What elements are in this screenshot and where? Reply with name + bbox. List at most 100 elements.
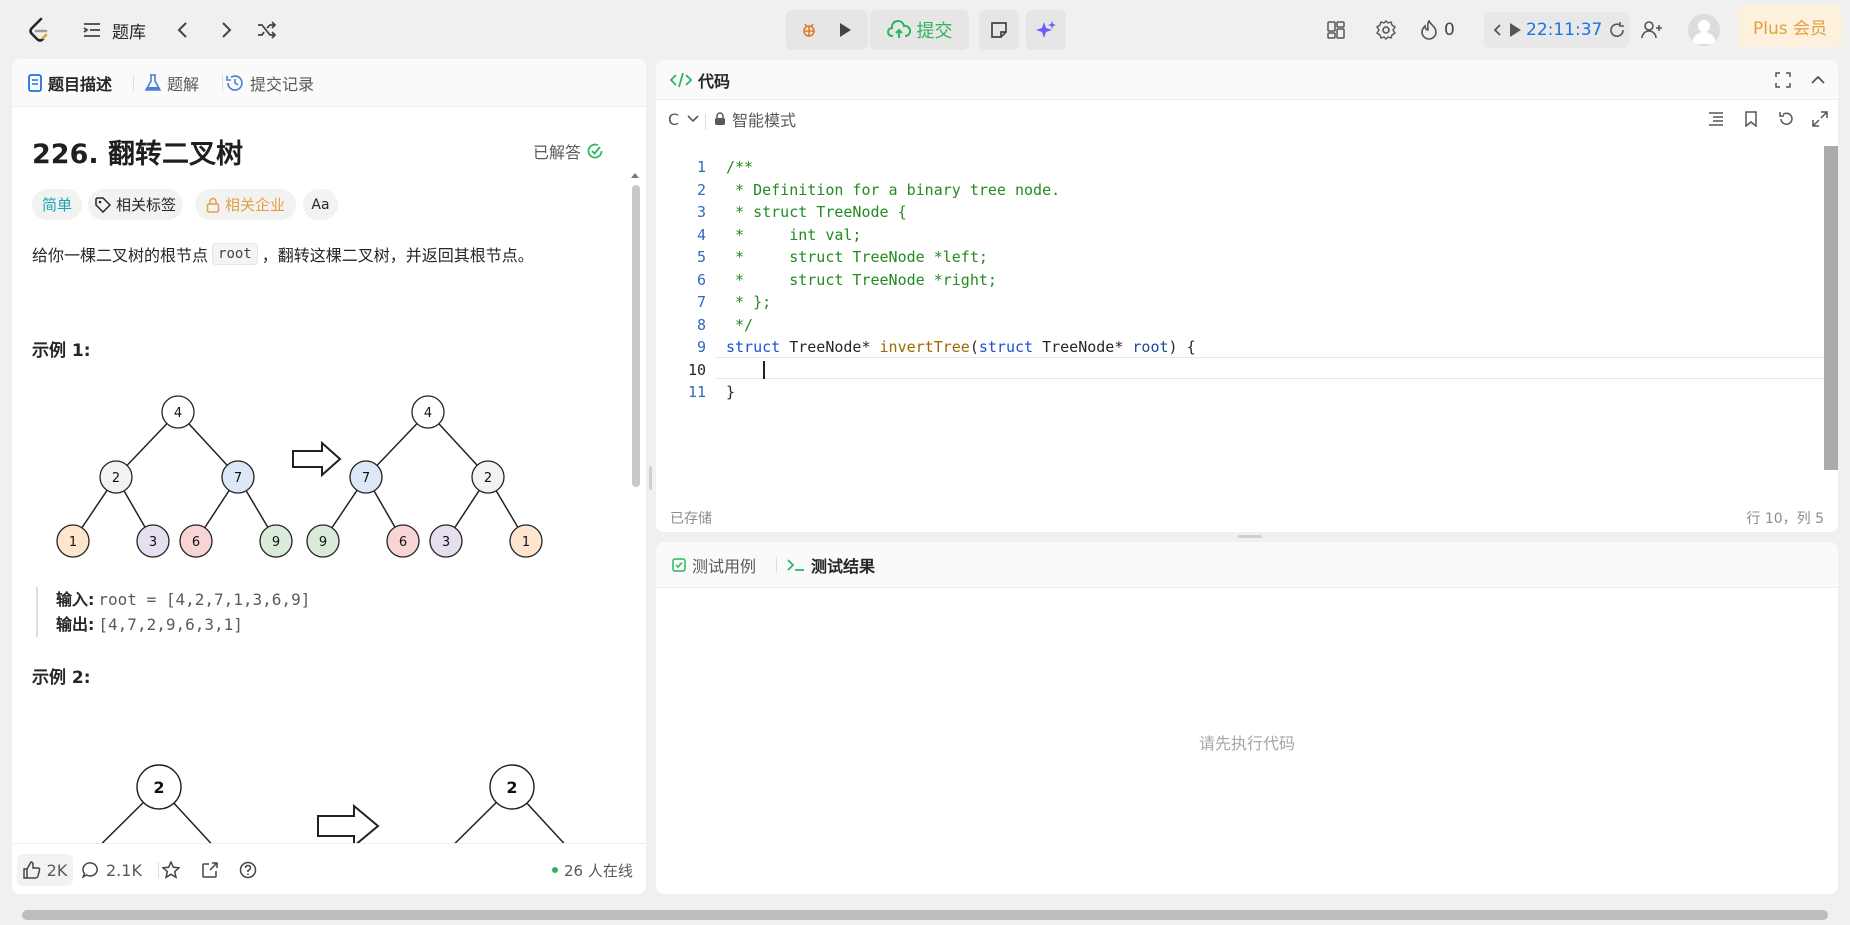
layout-icon[interactable] (1321, 15, 1351, 45)
like-button[interactable]: 2K (17, 854, 73, 886)
tree-node-label: 7 (362, 471, 370, 486)
description-icon (28, 74, 42, 92)
tree-node-label: 1 (69, 535, 77, 550)
lock-icon (714, 112, 726, 126)
like-count: 2K (46, 860, 68, 880)
tab-solutions[interactable]: 题解 (145, 71, 199, 95)
output-value: [4,7,2,9,6,3,1] (98, 615, 243, 634)
line-number: 8 (696, 315, 706, 334)
language-label: C (668, 109, 680, 129)
tab-test-result[interactable]: 测试结果 (787, 553, 875, 577)
code-text: /** (726, 158, 754, 176)
horizontal-resize-handle[interactable] (1238, 535, 1262, 538)
related-tags-button[interactable]: 相关标签 (88, 189, 183, 220)
smart-mode-toggle[interactable]: 智能模式 (714, 107, 796, 131)
example1-output-row: 输出: [4,7,2,9,6,3,1] (56, 612, 596, 637)
code-text: struct TreeNode* invertTree(struct TreeN… (726, 338, 1196, 356)
tree-node-label: 6 (399, 535, 407, 550)
tab-code[interactable]: 代码 (670, 68, 730, 92)
line-number: 11 (687, 383, 706, 401)
translate-button[interactable]: Aa (303, 189, 338, 220)
code-text: * struct TreeNode *right; (726, 270, 997, 289)
sparkle-icon (1036, 20, 1056, 40)
format-code-icon[interactable] (1706, 109, 1726, 129)
tab-submissions[interactable]: 提交记录 (226, 71, 314, 95)
tree-node-label: 4 (174, 406, 182, 421)
tab-description-label: 题目描述 (48, 75, 113, 94)
tree-node-label: 9 (272, 535, 280, 550)
online-count: 26 人在线 (564, 861, 633, 880)
code-line: 5 * struct TreeNode *left; (656, 246, 1826, 268)
example1-input-row: 输入: root = [4,2,7,1,3,6,9] (56, 587, 596, 612)
example1-io: 输入: root = [4,2,7,1,3,6,9] 输出: [4,7,2,9,… (36, 587, 596, 637)
example2-heading: 示例 2: (32, 668, 91, 688)
tag-icon (95, 196, 111, 213)
tree-node-label: 3 (149, 535, 157, 550)
timer-collapse-icon[interactable] (1492, 23, 1502, 37)
vertical-resize-handle[interactable] (649, 466, 652, 490)
code-text: * struct TreeNode { (726, 203, 907, 221)
horizontal-scroll-thumb[interactable] (22, 910, 1828, 920)
code-line: 4 * int val; (656, 224, 1826, 246)
settings-gear-icon[interactable] (1371, 15, 1401, 45)
bookmark-icon[interactable] (1741, 109, 1761, 129)
shuffle-icon[interactable] (252, 15, 282, 45)
line-number: 9 (696, 338, 706, 356)
timer-reset-icon[interactable] (1608, 21, 1626, 39)
fire-icon (1420, 20, 1438, 40)
saved-status: 已存储 (670, 511, 712, 527)
description-scroll-thumb[interactable] (632, 185, 640, 487)
timer-play-icon[interactable] (1508, 22, 1522, 38)
tree-node-label: 7 (234, 471, 242, 486)
favorite-star-icon[interactable] (162, 854, 180, 886)
help-icon[interactable] (239, 854, 257, 886)
input-value: root = [4,2,7,1,3,6,9] (98, 590, 311, 609)
example1-heading: 示例 1: (32, 341, 91, 361)
code-line: 3 * struct TreeNode { (656, 201, 1826, 223)
code-editor[interactable]: 1 /** 2 * Definition for a binary tree n… (656, 156, 1826, 476)
editor-scrollbar[interactable] (1824, 146, 1838, 470)
tab-testcase[interactable]: 测试用例 (672, 553, 756, 577)
problem-list-button[interactable]: 题库 (82, 15, 146, 45)
language-select[interactable]: C (668, 107, 699, 131)
collapse-chevron-up-icon[interactable] (1808, 70, 1828, 90)
description-inline-code: root (212, 243, 258, 265)
timer-widget: 22:11:37 (1484, 12, 1629, 48)
streak-counter[interactable]: 0 (1420, 15, 1455, 45)
related-companies-button[interactable]: 相关企业 (195, 189, 296, 220)
editor-toolbar: C 智能模式 (656, 101, 1838, 137)
comments-button[interactable]: 2.1K (82, 854, 142, 886)
submit-button[interactable]: 提交 (870, 10, 969, 50)
plus-membership-button[interactable]: Plus 会员 (1738, 5, 1842, 47)
notes-button[interactable] (979, 10, 1019, 50)
text-caret (763, 361, 765, 379)
page-horizontal-scrollbar[interactable] (0, 905, 1850, 925)
add-friend-icon[interactable] (1637, 15, 1667, 45)
difficulty-badge[interactable]: 简单 (32, 189, 82, 220)
leetcode-logo-icon[interactable] (24, 15, 54, 45)
reset-code-icon[interactable] (1776, 109, 1796, 129)
code-text: } (726, 383, 736, 401)
tree-node-label: 2 (506, 778, 517, 797)
code-line: 7 * }; (656, 291, 1826, 313)
tab-test-result-label: 测试结果 (811, 557, 876, 576)
streak-count: 0 (1444, 20, 1455, 40)
ai-assistant-button[interactable] (1026, 10, 1066, 50)
empty-result-message: 请先执行代码 (1198, 734, 1295, 753)
tab-divider (222, 75, 223, 91)
expand-editor-icon[interactable] (1810, 109, 1830, 129)
solved-label: 已解答 (533, 143, 582, 162)
tab-divider (776, 557, 777, 573)
chevron-down-icon (687, 115, 699, 123)
debug-icon[interactable] (791, 15, 827, 45)
tab-description[interactable]: 题目描述 (28, 71, 112, 95)
fullscreen-icon[interactable] (1773, 70, 1793, 90)
code-editor-panel: 代码 C 智能模式 1 /** 2 * Definition for a bin… (656, 60, 1838, 532)
run-button[interactable] (827, 15, 863, 45)
share-icon[interactable] (201, 854, 219, 886)
flask-icon (145, 74, 161, 92)
avatar[interactable] (1688, 14, 1720, 46)
code-line: 11 } (656, 381, 1826, 403)
next-problem-icon[interactable] (211, 15, 241, 45)
prev-problem-icon[interactable] (168, 15, 198, 45)
